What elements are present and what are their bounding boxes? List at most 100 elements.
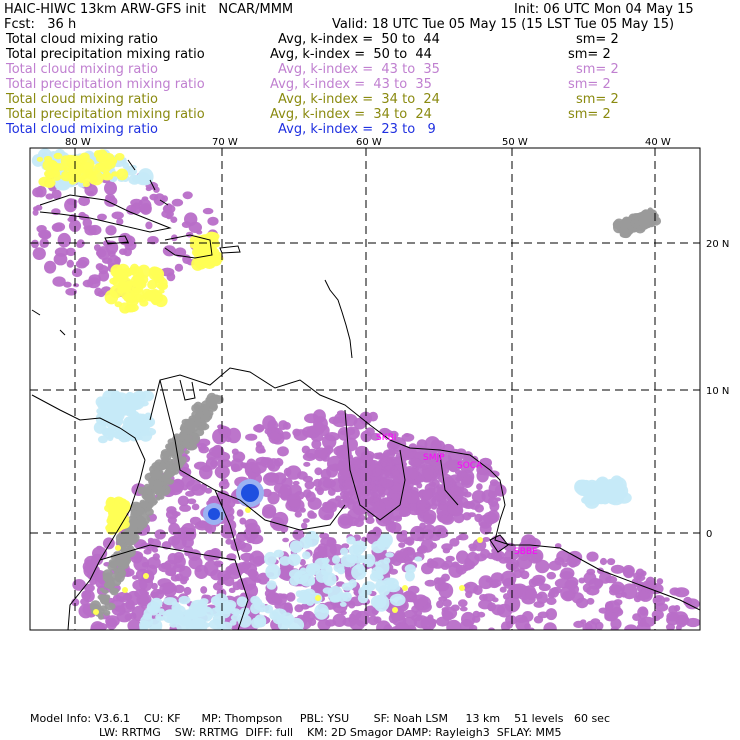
cloud-mixing-yellow — [94, 162, 106, 172]
cloud-mixing-purple — [566, 576, 579, 588]
cloud-mixing-purple — [673, 605, 681, 612]
cloud-mixing-purple — [140, 203, 152, 215]
cloud-mixing-purple — [322, 434, 337, 450]
cloud-mixing-purple — [271, 594, 281, 603]
cloud-mixing-purple — [440, 513, 455, 525]
cloud-mixing-purple — [194, 564, 209, 580]
cloud-mixing-yellow — [143, 291, 156, 302]
cloud-mixing-purple — [282, 422, 291, 430]
cloud-mixing-purple — [197, 443, 207, 451]
cloud-mixing-purple — [430, 542, 437, 549]
cloud-mixing-purple — [152, 553, 160, 561]
cloud-mixing-purple — [145, 221, 153, 230]
cloud-mixing-purple — [604, 611, 617, 622]
cloud-mixing-purple — [274, 601, 281, 609]
cloud-mixing-yellow — [125, 303, 139, 313]
cloud-mixing-lightblue — [190, 599, 207, 611]
cloud-mixing-gray — [107, 563, 117, 571]
cloud-mixing-gray — [135, 519, 146, 529]
cloud-mixing-purple — [340, 495, 347, 500]
cloud-mixing-purple — [273, 457, 284, 467]
cloud-mixing-gray — [106, 581, 115, 590]
cloud-mixing-purple — [575, 597, 589, 609]
cloud-mixing-gray — [205, 398, 218, 407]
cloud-mixing-lightblue — [113, 392, 129, 405]
cloud-mixing-purple — [35, 185, 47, 198]
cloud-mixing-purple — [207, 216, 219, 226]
cloud-mixing-purple — [476, 483, 483, 491]
cloud-mixing-purple — [351, 609, 362, 620]
cloud-mixing-purple — [506, 558, 520, 569]
cloud-mixing-lightblue — [348, 544, 364, 556]
cloud-mixing-lightblue — [128, 396, 142, 411]
longitude-label: 80 W — [65, 137, 91, 148]
cloud-mixing-purple — [116, 611, 133, 623]
cloud-mixing-purple — [496, 603, 513, 618]
cloud-mixing-gray — [191, 432, 197, 438]
cloud-mixing-lightblue — [257, 618, 267, 627]
cloud-mixing-lightblue — [332, 555, 341, 564]
cloud-mixing-lightblue — [371, 540, 385, 554]
cloud-mixing-purple — [83, 594, 91, 600]
cloud-mixing-purple — [403, 556, 413, 566]
cloud-mixing-purple — [382, 452, 391, 457]
cloud-mixing-purple — [405, 537, 412, 544]
cloud-mixing-purple — [431, 439, 442, 446]
cloud-mixing-yellow — [103, 153, 115, 161]
cloud-mixing-purple — [132, 575, 139, 580]
cloud-mixing-lightblue — [148, 604, 160, 616]
cloud-mixing-purple — [372, 526, 381, 536]
cloud-mixing-purple — [246, 458, 257, 469]
cloud-mixing-purple — [326, 537, 337, 548]
cloud-mixing-purple — [185, 490, 195, 497]
cloud-mixing-lightblue — [108, 415, 124, 427]
cloud-mixing-purple — [381, 479, 394, 488]
cloud-mixing-purple — [351, 456, 363, 466]
cloud-mixing-purple — [635, 590, 649, 601]
cloud-mixing-purple — [161, 209, 174, 219]
cloud-mixing-purple — [193, 461, 208, 470]
cloud-mixing-purple — [263, 472, 279, 486]
cloud-mixing-gray — [158, 470, 164, 475]
cloud-mixing-gray — [196, 422, 202, 427]
cloud-mixing-gray — [155, 489, 164, 497]
cloud-mixing-gray — [185, 442, 198, 451]
cloud-mixing-lightblue — [117, 430, 131, 443]
cloud-mixing-gray — [166, 448, 177, 457]
cloud-mixing-purple — [53, 222, 66, 232]
cloud-mixing-lightblue — [603, 481, 613, 492]
cloud-mixing-purple — [466, 551, 480, 567]
cloud-mixing-lightblue — [210, 596, 220, 605]
cloud-mixing-gray — [180, 441, 187, 446]
cloud-mixing-purple — [218, 480, 230, 490]
cloud-mixing-purple — [423, 468, 434, 480]
cloud-mixing-purple — [236, 509, 244, 517]
cloud-mixing-purple — [246, 536, 255, 544]
cloud-mixing-purple — [439, 502, 448, 511]
cloud-mixing-gray — [102, 569, 114, 580]
cloud-mixing-purple — [397, 500, 409, 508]
cloud-mixing-purple — [546, 571, 557, 580]
cloud-mixing-lightblue — [139, 430, 153, 442]
cloud-mixing-yellow — [108, 505, 122, 520]
latitude-label: 0 — [706, 529, 712, 540]
cloud-mixing-purple — [383, 624, 393, 630]
cloud-mixing-yellow — [114, 153, 125, 161]
cloud-mixing-lightblue — [404, 570, 415, 582]
cloud-mixing-purple — [455, 494, 464, 501]
cloud-mixing-purple — [485, 577, 492, 583]
cloud-mixing-purple — [410, 487, 419, 494]
cloud-mixing-purple — [416, 499, 427, 511]
cloud-mixing-purple — [105, 225, 117, 236]
cloud-mixing-purple — [72, 579, 86, 591]
cloud-mixing-purple — [391, 468, 400, 478]
cloud-mixing-purple — [171, 511, 181, 517]
cloud-mixing-yellow — [459, 585, 465, 591]
cloud-mixing-yellow — [143, 573, 149, 579]
cloud-mixing-purple — [313, 478, 323, 488]
cloud-mixing-purple — [515, 617, 530, 630]
cloud-mixing-yellow — [36, 156, 44, 162]
cloud-mixing-purple — [408, 457, 422, 467]
cloud-mixing-purple — [451, 561, 460, 568]
cloud-mixing-purple — [489, 581, 500, 589]
